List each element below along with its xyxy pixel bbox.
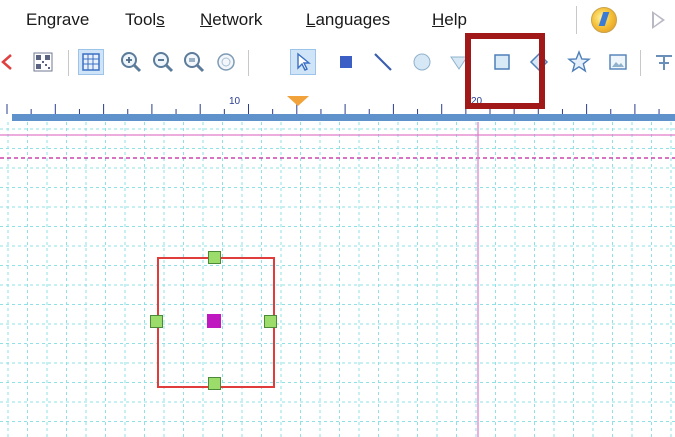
run-wizard-icon[interactable] xyxy=(591,7,617,33)
menu-languages-label: anguages xyxy=(315,10,391,29)
ellipse-icon[interactable] xyxy=(409,49,435,75)
canvas-grid xyxy=(0,122,675,437)
ruler-baseline xyxy=(12,114,675,121)
drawing-canvas[interactable] xyxy=(0,122,675,437)
menu-separator xyxy=(576,6,577,34)
menu-tools[interactable]: Tools xyxy=(125,10,165,30)
menu-help-label: elp xyxy=(444,10,467,29)
resize-handle-bottom[interactable] xyxy=(208,377,221,390)
menu-tools-label: Tool xyxy=(125,10,157,29)
shape-center-handle[interactable] xyxy=(207,314,221,328)
image-icon[interactable] xyxy=(605,49,631,75)
resize-handle-right[interactable] xyxy=(264,315,277,328)
back-icon[interactable] xyxy=(0,49,20,75)
text-icon[interactable] xyxy=(651,49,675,75)
toolbar-separator xyxy=(248,50,249,76)
toolbar-separator xyxy=(68,50,69,76)
zoom-out-icon[interactable] xyxy=(150,49,176,75)
qr-code-icon[interactable] xyxy=(30,49,56,75)
menu-network-label: etwork xyxy=(212,10,263,29)
menu-bar: Engrave Tools Network Languages Help xyxy=(0,0,675,40)
line-icon[interactable] xyxy=(370,49,396,75)
menu-engrave[interactable]: Engrave xyxy=(26,10,89,30)
menu-languages[interactable]: Languages xyxy=(306,10,390,30)
select-arrow-icon[interactable] xyxy=(290,49,316,75)
zoom-in-icon[interactable] xyxy=(118,49,144,75)
star-icon[interactable] xyxy=(566,49,592,75)
resize-handle-left[interactable] xyxy=(150,315,163,328)
toolbar-separator xyxy=(640,50,641,76)
zoom-fit-icon[interactable] xyxy=(213,49,239,75)
highlight-annotation-box xyxy=(465,33,545,109)
menu-engrave-label: Engrave xyxy=(26,10,90,29)
play-icon[interactable] xyxy=(652,11,665,29)
ruler-label-10: 10 xyxy=(229,96,241,107)
toolbar xyxy=(0,40,675,86)
grid-icon[interactable] xyxy=(78,49,104,75)
zoom-100-icon[interactable] xyxy=(181,49,207,75)
menu-network-accel: N xyxy=(200,10,213,29)
resize-handle-top[interactable] xyxy=(208,251,221,264)
menu-tools-accel: s xyxy=(156,10,165,29)
menu-network[interactable]: Network xyxy=(200,10,262,30)
rectangle-icon[interactable] xyxy=(333,49,359,75)
ruler-position-marker[interactable] xyxy=(287,96,309,106)
menu-help[interactable]: Help xyxy=(432,10,467,30)
menu-help-accel: H xyxy=(432,10,445,29)
